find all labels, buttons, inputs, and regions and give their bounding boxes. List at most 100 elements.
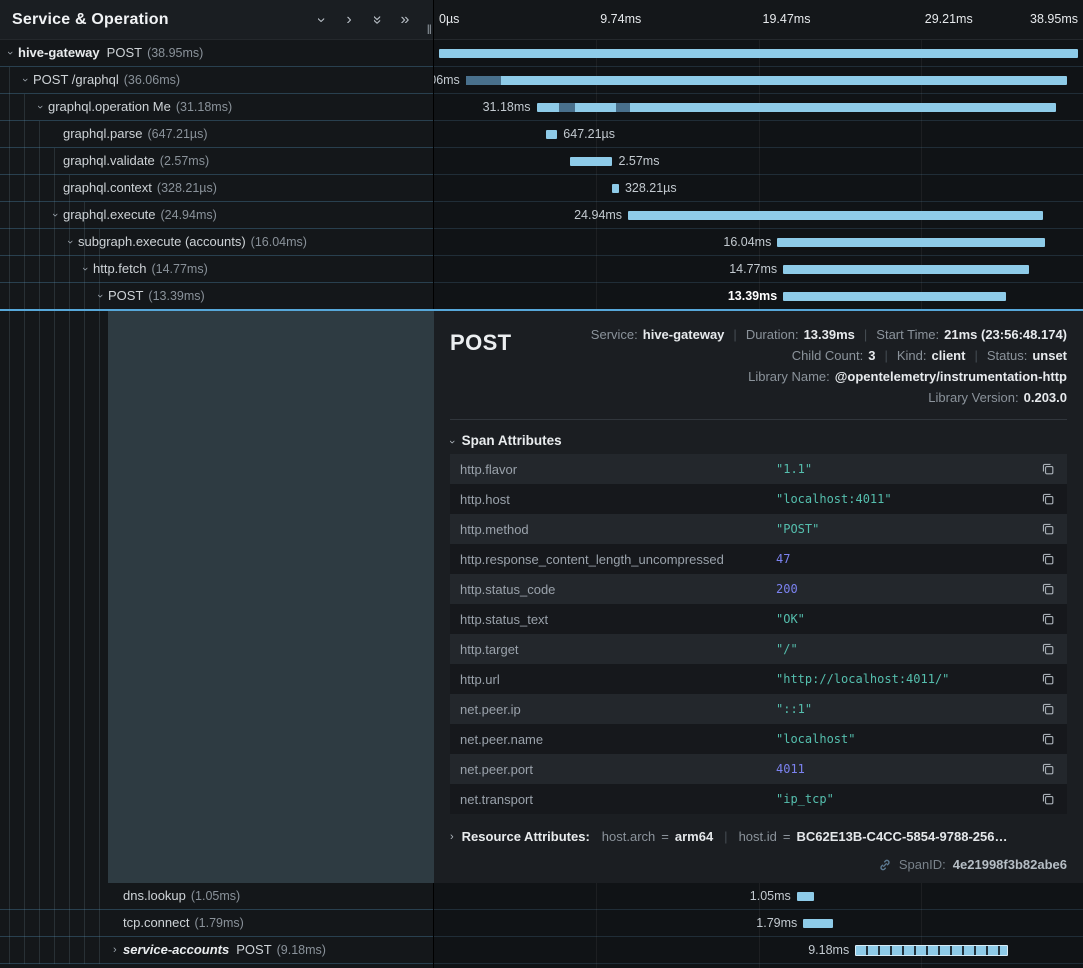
chevron-down-icon[interactable]: › bbox=[49, 213, 61, 217]
timeline-row[interactable]: 31.18ms bbox=[434, 94, 1083, 121]
resource-key: host.arch bbox=[602, 829, 655, 844]
span-duration-bar[interactable] bbox=[466, 76, 1067, 85]
timeline-row[interactable]: 14.77ms bbox=[434, 256, 1083, 283]
copy-attribute-button[interactable] bbox=[1039, 610, 1057, 628]
selected-span-accent-line bbox=[0, 309, 1083, 311]
span-tree-row[interactable]: ›POST /graphql(36.06ms) bbox=[0, 67, 433, 94]
chevron-right-icon[interactable]: › bbox=[113, 944, 117, 956]
span-duration-bar[interactable] bbox=[537, 103, 1056, 112]
timeline-row[interactable]: 647.21µs bbox=[434, 121, 1083, 148]
copy-attribute-button[interactable] bbox=[1039, 730, 1057, 748]
ruler-tick: 29.21ms bbox=[925, 12, 973, 26]
self-time-segment bbox=[466, 76, 501, 85]
expand-children-icon[interactable]: › bbox=[335, 11, 363, 29]
collapse-all-icon[interactable]: » bbox=[368, 6, 386, 34]
span-duration-bar[interactable] bbox=[570, 157, 613, 166]
span-tree-row[interactable]: graphql.parse(647.21µs) bbox=[0, 121, 433, 148]
span-attributes-toggle[interactable]: ›Span Attributes bbox=[450, 433, 1067, 448]
span-tree-row[interactable]: › service-accountsPOST(9.18ms) bbox=[0, 937, 433, 964]
panel-resize-handle[interactable]: ‖ bbox=[427, 22, 431, 37]
span-tree-top: ›hive-gatewayPOST(38.95ms)›POST /graphql… bbox=[0, 40, 433, 310]
copy-attribute-button[interactable] bbox=[1039, 790, 1057, 808]
span-duration-bar[interactable] bbox=[783, 265, 1029, 274]
expand-all-icon[interactable]: » bbox=[391, 11, 419, 29]
span-tree-row[interactable]: ›subgraph.execute (accounts)(16.04ms) bbox=[0, 229, 433, 256]
timeline-row[interactable]: 36.06ms bbox=[434, 67, 1083, 94]
duration-label: 36.06ms bbox=[434, 67, 460, 94]
copy-attribute-button[interactable] bbox=[1039, 520, 1057, 538]
resource-attributes-toggle[interactable]: › Resource Attributes: host.arch=arm64|h… bbox=[450, 829, 1067, 844]
meta-value: @opentelemetry/instrumentation-http bbox=[835, 369, 1067, 384]
span-tree-bottom: dns.lookup(1.05ms)tcp.connect(1.79ms) › se… bbox=[0, 883, 433, 964]
chevron-down-icon[interactable]: › bbox=[64, 240, 76, 244]
meta-value: hive-gateway bbox=[643, 327, 725, 342]
copy-icon bbox=[1041, 612, 1055, 626]
span-label: service-accountsPOST(9.18ms) bbox=[123, 937, 326, 963]
duration-label: 13.39ms bbox=[728, 283, 777, 310]
timeline-row[interactable]: 328.21µs bbox=[434, 175, 1083, 202]
resource-attributes-preview: host.arch=arm64|host.id=BC62E13B-C4CC-58… bbox=[602, 829, 1008, 844]
copy-attribute-button[interactable] bbox=[1039, 580, 1057, 598]
meta-label: Status: bbox=[987, 348, 1027, 363]
duration-label: 16.04ms bbox=[723, 229, 771, 256]
span-tree-row[interactable]: ›hive-gatewayPOST(38.95ms) bbox=[0, 40, 433, 67]
timeline-row[interactable]: 1.79ms bbox=[434, 910, 1083, 937]
meta-value: 13.39ms bbox=[804, 327, 855, 342]
attribute-value: "/" bbox=[776, 642, 1039, 656]
chevron-down-icon[interactable]: › bbox=[19, 78, 31, 82]
span-attributes-title: Span Attributes bbox=[462, 433, 562, 448]
copy-attribute-button[interactable] bbox=[1039, 760, 1057, 778]
copy-icon bbox=[1041, 792, 1055, 806]
timeline-row[interactable]: 2.57ms bbox=[434, 148, 1083, 175]
span-tree-row[interactable]: dns.lookup(1.05ms) bbox=[0, 883, 433, 910]
span-duration: (24.94ms) bbox=[161, 208, 217, 222]
timeline-row[interactable]: 13.39ms bbox=[434, 283, 1083, 310]
equals-sign: = bbox=[661, 829, 669, 844]
span-duration-bar[interactable] bbox=[783, 292, 1006, 301]
timeline-row[interactable]: 1.05ms bbox=[434, 883, 1083, 910]
span-tree-row[interactable]: graphql.context(328.21µs) bbox=[0, 175, 433, 202]
copy-icon bbox=[1041, 582, 1055, 596]
span-duration-bar[interactable] bbox=[439, 49, 1079, 58]
span-tree-row[interactable]: graphql.validate(2.57ms) bbox=[0, 148, 433, 175]
copy-attribute-button[interactable] bbox=[1039, 670, 1057, 688]
attribute-key: http.target bbox=[460, 642, 776, 657]
span-duration-bar[interactable] bbox=[777, 238, 1044, 247]
span-tree-row[interactable]: ›http.fetch(14.77ms) bbox=[0, 256, 433, 283]
chevron-down-icon[interactable]: › bbox=[34, 105, 46, 109]
chevron-down-icon[interactable]: › bbox=[79, 267, 91, 271]
attribute-key: http.flavor bbox=[460, 462, 776, 477]
span-tree-panel: Service & Operation ››»» ›hive-gatewayPO… bbox=[0, 0, 434, 968]
timeline-row[interactable]: 9.18ms bbox=[434, 937, 1083, 964]
span-tree-row[interactable]: ›POST(13.39ms) bbox=[0, 283, 433, 310]
timeline-row[interactable] bbox=[434, 40, 1083, 67]
span-duration-bar[interactable] bbox=[546, 130, 557, 139]
copy-attribute-button[interactable] bbox=[1039, 700, 1057, 718]
span-tree-row[interactable]: tcp.connect(1.79ms) bbox=[0, 910, 433, 937]
span-tree-row[interactable]: ›graphql.operation Me(31.18ms) bbox=[0, 94, 433, 121]
span-duration-bar[interactable] bbox=[612, 184, 618, 193]
timeline-rows-top: 36.06ms31.18ms647.21µs2.57ms328.21µs24.9… bbox=[434, 40, 1083, 310]
span-duration: (1.05ms) bbox=[191, 889, 240, 903]
collapse-children-icon[interactable]: › bbox=[312, 6, 330, 34]
copy-attribute-button[interactable] bbox=[1039, 640, 1057, 658]
span-label: tcp.connect(1.79ms) bbox=[123, 910, 244, 936]
chevron-down-icon[interactable]: › bbox=[4, 51, 16, 55]
span-duration-bar[interactable] bbox=[628, 211, 1043, 220]
chevron-down-icon[interactable]: › bbox=[94, 294, 106, 298]
copy-attribute-button[interactable] bbox=[1039, 490, 1057, 508]
operation-name: graphql.parse bbox=[63, 126, 143, 141]
copy-attribute-button[interactable] bbox=[1039, 550, 1057, 568]
span-duration-bar[interactable] bbox=[797, 892, 815, 901]
span-tree-row[interactable]: ›graphql.execute(24.94ms) bbox=[0, 202, 433, 229]
chevron-right-icon: › bbox=[450, 831, 454, 843]
attribute-key: http.status_code bbox=[460, 582, 776, 597]
span-duration-bar[interactable] bbox=[855, 945, 1008, 956]
attribute-row: http.status_code200 bbox=[450, 574, 1067, 604]
span-duration-bar[interactable] bbox=[803, 919, 833, 928]
resource-value: arm64 bbox=[675, 829, 713, 844]
copy-attribute-button[interactable] bbox=[1039, 460, 1057, 478]
timeline-row[interactable]: 16.04ms bbox=[434, 229, 1083, 256]
link-icon[interactable] bbox=[878, 858, 892, 872]
timeline-row[interactable]: 24.94ms bbox=[434, 202, 1083, 229]
